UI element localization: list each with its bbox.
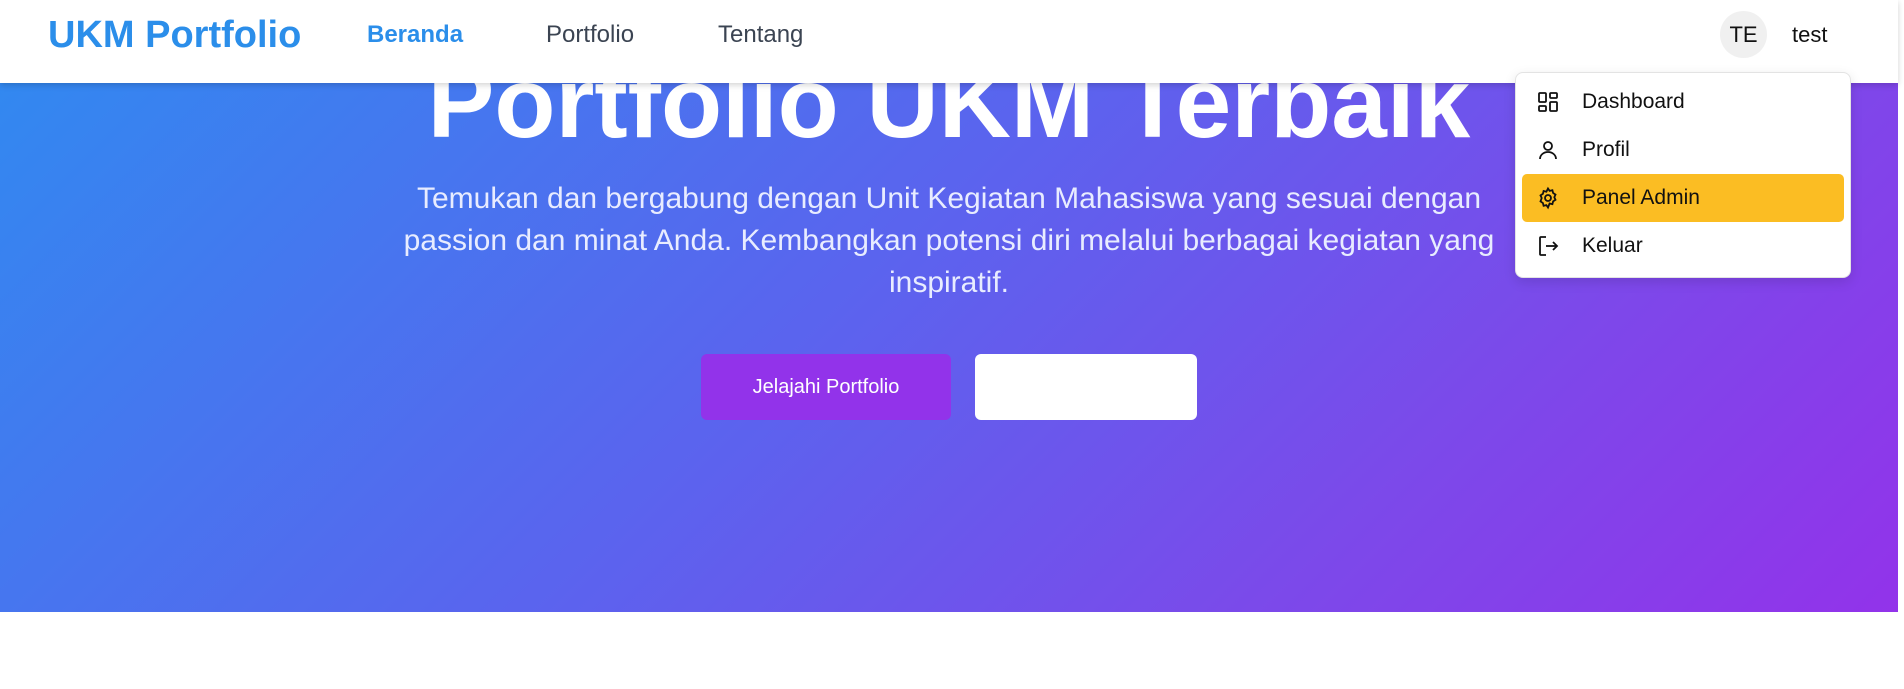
brand-logo-link[interactable]: UKM Portfolio: [48, 12, 301, 58]
dashboard-icon: [1536, 90, 1560, 114]
menu-item-profil[interactable]: Profil: [1522, 126, 1844, 174]
menu-item-panel-admin[interactable]: Panel Admin: [1522, 174, 1844, 222]
username-label[interactable]: test: [1792, 21, 1827, 49]
user-icon: [1536, 138, 1560, 162]
menu-item-dashboard[interactable]: Dashboard: [1522, 78, 1844, 126]
menu-item-label: Profil: [1582, 138, 1630, 161]
nav-link-portfolio[interactable]: Portfolio: [546, 20, 634, 50]
user-dropdown-menu: Dashboard Profil Panel Admin Keluar: [1515, 72, 1851, 278]
secondary-hero-button[interactable]: [975, 354, 1197, 420]
nav-link-beranda[interactable]: Beranda: [367, 20, 463, 50]
menu-item-label: Panel Admin: [1582, 186, 1700, 209]
top-navbar: UKM Portfolio Beranda Portfolio Tentang …: [0, 0, 1898, 83]
menu-item-label: Keluar: [1582, 234, 1643, 257]
menu-item-label: Dashboard: [1582, 90, 1685, 113]
explore-portfolio-button[interactable]: Jelajahi Portfolio: [701, 354, 951, 420]
hero-subtitle: Temukan dan bergabung dengan Unit Kegiat…: [403, 182, 1495, 299]
gear-icon: [1536, 186, 1560, 210]
nav-link-tentang[interactable]: Tentang: [718, 20, 803, 50]
user-avatar[interactable]: TE: [1720, 11, 1767, 58]
logout-icon: [1536, 234, 1560, 258]
menu-item-keluar[interactable]: Keluar: [1522, 222, 1844, 270]
